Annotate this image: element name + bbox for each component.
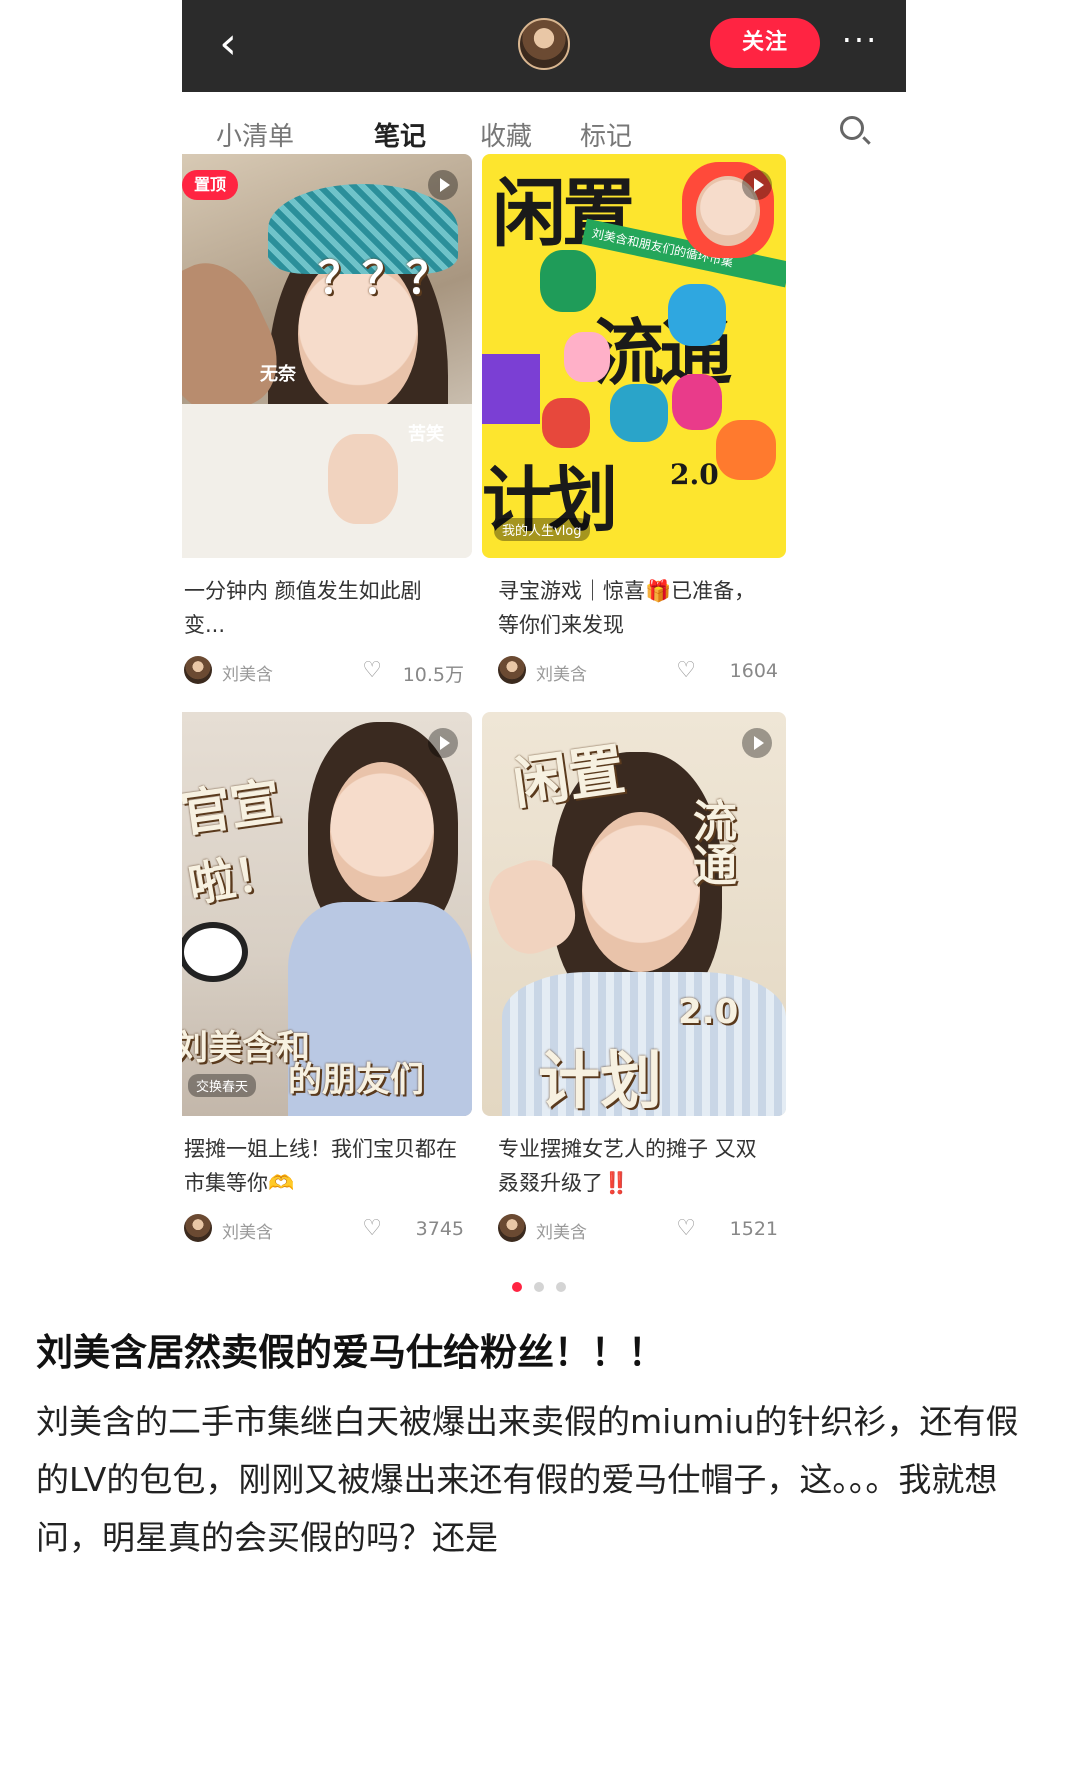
author-name: 刘美含 xyxy=(536,1223,587,1243)
note-author[interactable]: 刘美含 ♡ 1604 xyxy=(498,654,778,688)
note-card[interactable]: 官宣 啦！ 刘美含和 的朋友们 交换春天 摆摊一姐上线！我们宝贝都在市集等你🫶 … xyxy=(182,712,472,1268)
overlay-text: 闲置 xyxy=(508,737,629,818)
note-title[interactable]: 一分钟内 颜值发生如此剧变... xyxy=(184,574,460,642)
note-cover-image[interactable]: 置顶 ？？？ 无奈 苦笑 xyxy=(182,154,472,558)
note-title[interactable]: 专业摆摊女艺人的摊子 又双叒叕升级了‼️ xyxy=(498,1132,774,1200)
play-icon xyxy=(428,728,458,758)
overlay-text: 我的人生vlog xyxy=(494,518,590,541)
avatar xyxy=(184,656,212,684)
play-icon xyxy=(742,170,772,200)
note-card[interactable]: 闲置 流通 计划 2.0 刘美含和朋友们的循环市集 我的人生vlog 寻宝游戏｜… xyxy=(482,154,786,710)
carousel-pagination xyxy=(512,1282,576,1296)
post-body: 刘美含的二手市集继白天被爆出来卖假的miumiu的针织衫，还有假的LV的包包，刚… xyxy=(36,1402,1019,1557)
pinned-badge: 置顶 xyxy=(182,170,238,200)
overlay-text: 计划 xyxy=(538,1044,663,1116)
play-icon xyxy=(742,728,772,758)
note-cover-image[interactable]: 闲置 流通 计划 2.0 刘美含和朋友们的循环市集 我的人生vlog xyxy=(482,154,786,558)
avatar[interactable] xyxy=(518,18,570,70)
search-icon[interactable] xyxy=(840,116,864,140)
note-card[interactable]: 闲置 流通 2.0 计划 专业摆摊女艺人的摊子 又双叒叕升级了‼️ 刘美含 ♡ … xyxy=(482,712,786,1268)
note-cover-image[interactable]: 官宣 啦！ 刘美含和 的朋友们 交换春天 xyxy=(182,712,472,1116)
heart-icon[interactable]: ♡ xyxy=(362,1218,382,1240)
overlay-text: 官宣 xyxy=(182,772,285,844)
note-title[interactable]: 摆摊一姐上线！我们宝贝都在市集等你🫶 xyxy=(184,1132,460,1200)
overlay-text: 流通 xyxy=(685,798,736,886)
overlay-text: 无奈 xyxy=(260,364,296,385)
heart-icon[interactable]: ♡ xyxy=(676,1218,696,1240)
avatar xyxy=(498,1214,526,1242)
author-name: 刘美含 xyxy=(222,665,273,685)
overlay-text: ？？？ xyxy=(318,253,450,304)
overlay-text: 2.0 xyxy=(678,992,739,1032)
overlay-text: 2.0 xyxy=(670,458,719,491)
author-name: 刘美含 xyxy=(536,665,587,685)
embedded-app-screenshot: ‹ 关注 ··· 小清单 笔记 收藏 标记 置顶 ？？？ 无奈 苦笑 一分钟内 … xyxy=(182,0,906,1426)
pagination-dot[interactable] xyxy=(556,1282,566,1292)
pagination-dot[interactable] xyxy=(512,1282,522,1292)
tab-notes[interactable]: 笔记 xyxy=(374,116,426,153)
note-cover-image[interactable]: 闲置 流通 2.0 计划 xyxy=(482,712,786,1116)
like-count: 1604 xyxy=(729,660,778,682)
note-author[interactable]: 刘美含 ♡ 1521 xyxy=(498,1212,778,1246)
overlay-text: 苦笑 xyxy=(408,424,444,445)
note-author[interactable]: 刘美含 ♡ 3745 xyxy=(184,1212,464,1246)
note-card[interactable]: 置顶 ？？？ 无奈 苦笑 一分钟内 颜值发生如此剧变... 刘美含 ♡ 10.5… xyxy=(182,154,472,710)
tab-collections[interactable]: 收藏 xyxy=(480,116,532,153)
profile-header-bar: ‹ 关注 ··· xyxy=(182,0,906,92)
more-dots-icon[interactable]: ··· xyxy=(832,22,888,62)
follow-button[interactable]: 关注 xyxy=(710,18,820,68)
avatar xyxy=(184,1214,212,1242)
like-count: 1521 xyxy=(729,1218,778,1240)
overlay-text: 啦！ xyxy=(184,843,285,913)
like-count: 10.5万 xyxy=(402,664,464,686)
avatar xyxy=(498,656,526,684)
tab-list[interactable]: 小清单 xyxy=(216,116,294,153)
tab-marks[interactable]: 标记 xyxy=(580,116,632,153)
overlay-text: 的朋友们 xyxy=(288,1060,424,1100)
author-name: 刘美含 xyxy=(222,1223,273,1243)
like-count: 3745 xyxy=(415,1218,464,1240)
post-title: 刘美含居然卖假的爱马仕给粉丝！！！ xyxy=(36,1331,665,1374)
overlay-text: 交换春天 xyxy=(188,1074,257,1097)
pagination-dot[interactable] xyxy=(534,1282,544,1292)
chevron-left-icon[interactable]: ‹ xyxy=(208,22,248,66)
play-icon xyxy=(428,170,458,200)
note-title[interactable]: 寻宝游戏｜惊喜🎁已准备，等你们来发现 xyxy=(498,574,774,642)
note-author[interactable]: 刘美含 ♡ 10.5万 xyxy=(184,654,464,688)
heart-icon[interactable]: ♡ xyxy=(362,660,382,682)
heart-icon[interactable]: ♡ xyxy=(676,660,696,682)
